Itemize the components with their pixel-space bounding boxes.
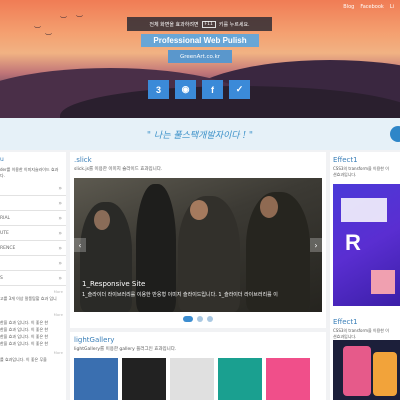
bird-icon: ︶	[45, 33, 52, 41]
slide-next-button[interactable]: ›	[310, 238, 322, 252]
slogan-band: " 나는 풀스택개발자이다 ! "	[0, 118, 400, 150]
mockup-phone	[373, 352, 397, 396]
r-logo-icon: R	[345, 230, 361, 255]
chevron-right-icon: »	[58, 259, 62, 267]
left-description: der를 이용한 이미지슬라이드 효과 다.	[0, 167, 59, 178]
gallery-thumbnails	[74, 358, 310, 400]
list-item[interactable]: 한을 효과 입니다. 이 좋은 한	[0, 340, 66, 347]
side-toggle-button[interactable]	[390, 126, 400, 142]
list-item[interactable]: 한을 효과 입니다. 이 좋은 한	[0, 319, 66, 326]
left-menu-item-ute[interactable]: UTE»	[0, 226, 66, 241]
chevron-right-icon: »	[58, 199, 62, 207]
center-column: .slick slick.js를 이용한 이미지 슬라이드 효과입니다. ‹ ›…	[70, 152, 326, 400]
notice-prefix: 전체 화면을 효과하려면	[149, 21, 199, 28]
nav-link-facebook[interactable]: Facebook	[360, 4, 384, 10]
chevron-right-icon: »	[58, 244, 62, 252]
slogan-text: " 나는 풀스택개발자이다 ! "	[146, 130, 254, 141]
caption-description: 1_슬라이더 라이브러리를 이용한 반응형 이미지 슬라이드입니다. 1_슬라이…	[82, 292, 278, 298]
effect-image[interactable]: R	[333, 184, 400, 306]
effect-title: Effect1	[333, 156, 358, 164]
chevron-right-icon: »	[58, 274, 62, 282]
nav-link-blog[interactable]: Blog	[343, 4, 354, 10]
fullscreen-notice: 전체 화면을 효과하려면 F11 키를 누르세요.	[127, 17, 272, 31]
left-menu-item[interactable]: »	[0, 256, 66, 271]
gallery-thumb[interactable]	[170, 358, 214, 400]
gallery-thumb[interactable]	[266, 358, 310, 400]
gallery-thumb[interactable]	[218, 358, 262, 400]
more-link[interactable]: More	[0, 347, 66, 355]
social-links: 3 ◉ f ✓	[148, 80, 250, 99]
slick-title: .slick	[74, 156, 92, 164]
mockup-phone	[343, 346, 371, 396]
list-item[interactable]: 한을 효과 입니다. 이 좋은 한	[0, 326, 66, 333]
css3-icon[interactable]: 3	[148, 80, 169, 99]
mockup-card	[341, 198, 387, 222]
face-shape	[190, 200, 208, 220]
gallery-title: lightGallery	[74, 336, 115, 344]
gallery-thumb[interactable]	[74, 358, 118, 400]
slide-dot[interactable]	[197, 316, 203, 322]
slick-description: slick.js를 이용한 이미지 슬라이드 효과입니다.	[74, 167, 163, 172]
slide-pagination	[70, 316, 326, 322]
left-menu-item[interactable]: »	[0, 196, 66, 211]
slide-prev-button[interactable]: ‹	[74, 238, 86, 252]
right-column: Effect1 CSS3의 transform을 이용한 이 션효과입니다. R…	[330, 152, 400, 400]
slick-card: .slick slick.js를 이용한 이미지 슬라이드 효과입니다. ‹ ›…	[70, 152, 326, 328]
effect-description: CSS3의 transform을 이용한 이 션효과입니다.	[333, 166, 389, 177]
list-item[interactable]: 한을 효과 입니다. 이 좋은 한	[0, 333, 66, 340]
left-menu-item-rial[interactable]: RIAL»	[0, 211, 66, 226]
bird-icon: ︶	[76, 15, 83, 23]
slide-dot[interactable]	[183, 316, 193, 322]
effect-description: CSS3의 transform을 이용한 이 션효과입니다.	[333, 328, 389, 339]
top-nav: Blog Facebook Li	[343, 4, 394, 10]
left-intro: 고를 3개 이상 말풍탐할 효과 입니	[0, 296, 57, 301]
caption-title: 1_Responsive Site	[82, 280, 146, 288]
face-shape	[260, 196, 278, 218]
slide-dot[interactable]	[207, 316, 213, 322]
bird-icon: ︶	[60, 16, 67, 24]
left-menu-item-rence[interactable]: RENCE»	[0, 241, 66, 256]
chevron-right-icon: »	[58, 229, 62, 237]
left-list: 한을 효과 입니다. 이 좋은 한 한을 효과 입니다. 이 좋은 한 한을 효…	[0, 319, 66, 347]
left-column: u der를 이용한 이미지슬라이드 효과 다. » » RIAL» UTE» …	[0, 152, 66, 400]
f11-key: F11	[201, 20, 216, 28]
mockup-block	[371, 270, 395, 294]
more-link[interactable]: More	[0, 286, 66, 294]
bird-icon: ︶	[34, 26, 41, 34]
gallery-thumb[interactable]	[122, 358, 166, 400]
notice-suffix: 키를 누르세요.	[218, 21, 250, 28]
twitter-icon[interactable]: ✓	[229, 80, 250, 99]
left-heading: u	[0, 156, 4, 163]
more-link[interactable]: More	[0, 302, 66, 317]
left-foot-text: 를 효과입니다. 이 좋은 무을	[0, 357, 47, 362]
nav-link-li[interactable]: Li	[390, 4, 394, 10]
face-shape	[94, 210, 110, 230]
github-icon[interactable]: ◉	[175, 80, 196, 99]
left-menu-item-s[interactable]: S»	[0, 271, 66, 286]
gallery-description: lightGallery를 이용한 gallery 플러그인 효과입니다.	[74, 347, 177, 352]
effect-image[interactable]	[333, 340, 400, 400]
site-title: Professional Web Pulish	[141, 34, 259, 47]
left-menu-item[interactable]: »	[0, 181, 66, 196]
left-menu: » » RIAL» UTE» RENCE» » S»	[0, 181, 66, 286]
effect-title: Effect1	[333, 318, 358, 326]
slide-image[interactable]: ‹ › 1_Responsive Site 1_슬라이더 라이브러리를 이용한 …	[74, 178, 322, 312]
slide-caption: 1_Responsive Site 1_슬라이더 라이브러리를 이용한 반응형 …	[82, 280, 278, 298]
chevron-right-icon: »	[58, 184, 62, 192]
facebook-icon[interactable]: f	[202, 80, 223, 99]
hero-header: ︶ ︶ ︶ ︶ Blog Facebook Li 전체 화면을 효과하려면 F1…	[0, 0, 400, 118]
site-domain-link[interactable]: GreenArt.co.kr	[168, 50, 232, 63]
chevron-right-icon: »	[58, 214, 62, 222]
